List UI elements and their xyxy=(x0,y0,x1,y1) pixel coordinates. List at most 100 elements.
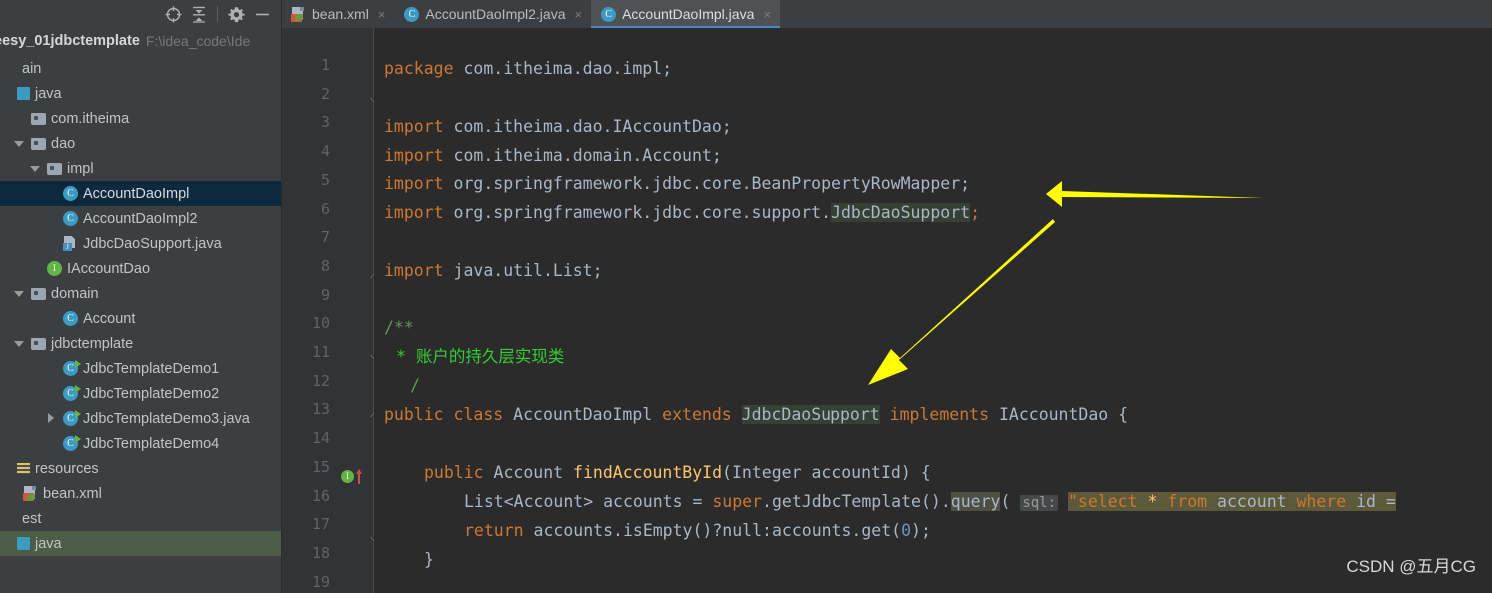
code-editor[interactable]: 1234567891011121314151617181920 xyxy=(282,28,1492,593)
chevron-right-icon[interactable] xyxy=(45,412,58,425)
tree-item-jdbcdaosupport-java[interactable]: J JdbcDaoSupport.java xyxy=(0,231,281,256)
tab-accountdaoimpl2-java[interactable]: C AccountDaoImpl2.java × xyxy=(394,0,591,28)
chevron-down-icon[interactable] xyxy=(29,162,42,175)
tree-item-impl[interactable]: impl xyxy=(0,156,281,181)
tree-item-accountdaoimpl[interactable]: C AccountDaoImpl xyxy=(0,181,281,206)
kw-import: import xyxy=(384,261,444,280)
locate-target-icon[interactable] xyxy=(160,3,186,25)
close-icon[interactable]: × xyxy=(763,8,771,21)
tree-item-label: domain xyxy=(51,285,99,302)
superclass-jdbcdaosupport-part2: pport xyxy=(830,405,880,424)
tree-item-jdbctemplatedemo2[interactable]: C JdbcTemplateDemo2 xyxy=(0,381,281,406)
tree-item-label: est xyxy=(22,510,42,527)
tree-item-est[interactable]: est xyxy=(0,506,281,531)
kw-return: return xyxy=(464,521,524,540)
code-line-10: /** xyxy=(384,315,414,340)
gear-icon[interactable] xyxy=(223,3,249,25)
kw-class: class xyxy=(453,405,504,424)
tree-item-java[interactable]: java xyxy=(0,81,281,106)
folder-icon xyxy=(31,337,46,350)
folder-icon xyxy=(31,112,46,125)
line-number: 10 xyxy=(311,314,330,333)
resources-root-icon xyxy=(17,462,30,475)
tree-item-label: jdbctemplate xyxy=(51,335,134,352)
import-iaccountdao: com.itheima.dao.IAccountDao; xyxy=(443,117,732,136)
string-quote: " xyxy=(1067,492,1078,511)
tree-item-resources[interactable]: resources xyxy=(0,456,281,481)
tree-item-label: JdbcTemplateDemo3.java xyxy=(83,410,250,427)
java-interface-icon: I xyxy=(47,261,62,276)
minimize-icon[interactable] xyxy=(249,3,275,25)
tree-item-jdbctemplatedemo1[interactable]: C JdbcTemplateDemo1 xyxy=(0,356,281,381)
code-line-16: List<Account> accounts = super.getJdbcTe… xyxy=(464,489,1396,514)
code-line-12: / xyxy=(410,373,420,398)
kw-import: import xyxy=(384,174,444,193)
project-name: eesy_01jdbctemplate xyxy=(0,33,140,49)
interface-iaccountdao: IAccountDao xyxy=(998,405,1109,424)
kw-implements: implements xyxy=(889,405,990,424)
parameter-hint-sql: sql: xyxy=(1020,495,1059,511)
tree-item-label: AccountDaoImpl xyxy=(83,185,190,202)
close-icon[interactable]: × xyxy=(378,8,386,21)
tree-item-label: resources xyxy=(35,460,99,477)
chevron-down-icon[interactable] xyxy=(13,287,26,300)
tree-item-jdbctemplatedemo3-java[interactable]: C JdbcTemplateDemo3.java xyxy=(0,406,281,431)
java-class-icon: C xyxy=(63,186,78,201)
line-number: 8 xyxy=(320,256,330,275)
project-path: F:\idea_code\Ide xyxy=(145,33,251,49)
tree-item-accountdaoimpl2[interactable]: C AccountDaoImpl2 xyxy=(0,206,281,231)
kw-import: import xyxy=(384,117,444,136)
tree-item-label: JdbcTemplateDemo2 xyxy=(83,385,220,402)
return-expression: accounts.isEmpty()?null:accounts.get( xyxy=(523,521,902,540)
collapse-all-icon[interactable] xyxy=(186,3,212,25)
list-declaration: List<Account> accounts = xyxy=(464,492,713,511)
kw-public: public xyxy=(424,463,484,482)
project-toolbar-icons xyxy=(0,0,281,28)
spring-xml-icon xyxy=(23,486,38,501)
line-number: 13 xyxy=(311,400,330,419)
close-icon[interactable]: × xyxy=(574,8,582,21)
tree-item-jdbctemplatedemo4[interactable]: C JdbcTemplateDemo4 xyxy=(0,431,281,456)
chevron-down-icon[interactable] xyxy=(13,337,26,350)
import-beanpropertyrowmapper: org.springframework.jdbc.core.BeanProper… xyxy=(443,174,971,193)
tree-item-iaccountdao[interactable]: I IAccountDao xyxy=(0,256,281,281)
code-line-5: import org.springframework.jdbc.core.Bea… xyxy=(384,171,970,196)
tree-item-ain[interactable]: ain xyxy=(0,56,281,81)
implements-method-marker-icon[interactable]: I xyxy=(341,469,364,484)
tree-item-domain[interactable]: domain xyxy=(0,281,281,306)
tree-item-com-itheima[interactable]: com.itheima xyxy=(0,106,281,131)
java-runnable-class-icon: C xyxy=(63,410,81,426)
return-end: ); xyxy=(911,521,931,540)
sql-keyword-where: where xyxy=(1296,492,1347,511)
kw-public: public xyxy=(384,405,444,424)
folder-icon xyxy=(47,162,62,175)
getjdbctemplate-call: .getJdbcTemplate(). xyxy=(762,492,951,511)
code-line-6: import org.springframework.jdbc.core.sup… xyxy=(384,200,980,225)
tree-item-account[interactable]: C Account xyxy=(0,306,281,331)
tree-item-bean-xml[interactable]: bean.xml xyxy=(0,481,281,506)
java-runnable-class-icon: C xyxy=(63,435,81,451)
java-runnable-class-icon: C xyxy=(63,385,81,401)
tree-item-dao[interactable]: dao xyxy=(0,131,281,156)
kw-super: super xyxy=(712,492,763,511)
code-line-17: return accounts.isEmpty()?null:accounts.… xyxy=(464,518,931,543)
chevron-down-icon[interactable] xyxy=(13,137,26,150)
tab-bean-xml[interactable]: bean.xml × xyxy=(281,0,394,28)
project-root-row[interactable]: eesy_01jdbctemplate F:\idea_code\Ide xyxy=(0,28,281,54)
tab-accountdaoimpl-java[interactable]: C AccountDaoImpl.java × xyxy=(591,0,780,28)
tree-item-java[interactable]: java xyxy=(0,531,281,556)
tree-item-jdbctemplate[interactable]: jdbctemplate xyxy=(0,331,281,356)
superclass-jdbcdaosupport-part1: JdbcDaoSu xyxy=(741,405,832,424)
java-class-icon: C xyxy=(63,311,78,326)
kw-package: package xyxy=(384,59,454,78)
line-number: 11 xyxy=(311,343,330,361)
code-line-13: public class AccountDaoImpl extends Jdbc… xyxy=(384,402,1128,427)
tree-item-label: java xyxy=(35,85,62,102)
line-number: 14 xyxy=(311,429,330,448)
